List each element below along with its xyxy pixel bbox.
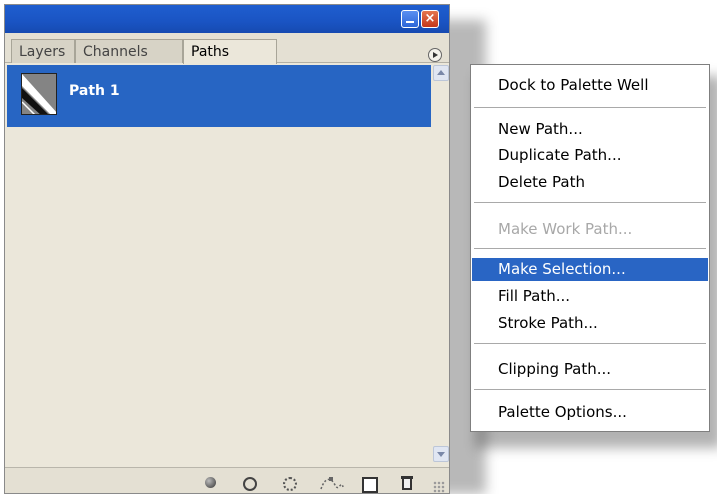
menu-item-new-path[interactable]: New Path... xyxy=(472,118,708,141)
menu-item-make-work-path: Make Work Path... xyxy=(498,220,633,238)
tab-paths[interactable]: Paths xyxy=(183,39,277,64)
new-path-icon[interactable] xyxy=(361,475,378,493)
paths-palette: × Layers Channels Paths Path 1 xyxy=(4,4,450,494)
path-row[interactable]: Path 1 xyxy=(7,65,431,127)
make-work-path-icon[interactable] xyxy=(319,475,345,491)
tab-layers[interactable]: Layers xyxy=(11,39,75,63)
stroke-path-icon[interactable] xyxy=(241,475,257,491)
minimize-button[interactable] xyxy=(401,10,419,28)
tab-channels[interactable]: Channels xyxy=(75,39,183,63)
menu-separator xyxy=(474,107,706,108)
paths-flyout-menu: Dock to Palette Well New Path... Duplica… xyxy=(470,64,710,432)
trash-icon[interactable] xyxy=(399,475,415,491)
fill-path-icon[interactable] xyxy=(203,475,219,491)
palette-menu-button[interactable] xyxy=(428,48,442,62)
close-button[interactable]: × xyxy=(421,10,439,28)
menu-item-dock-to-palette-well[interactable]: Dock to Palette Well xyxy=(472,74,708,97)
path-thumbnail-icon xyxy=(21,73,57,115)
menu-item-duplicate-path[interactable]: Duplicate Path... xyxy=(472,144,708,167)
scroll-down-arrow[interactable] xyxy=(433,446,449,462)
path-name: Path 1 xyxy=(69,83,120,99)
load-selection-icon[interactable] xyxy=(281,475,297,491)
resize-grip-icon[interactable] xyxy=(433,481,445,493)
menu-item-fill-path[interactable]: Fill Path... xyxy=(472,285,708,308)
palette-bottom-bar xyxy=(5,467,449,493)
palette-titlebar[interactable]: × xyxy=(5,5,449,33)
menu-separator xyxy=(474,202,706,203)
tab-strip: Layers Channels Paths xyxy=(5,33,449,64)
menu-item-palette-options[interactable]: Palette Options... xyxy=(472,401,708,424)
menu-item-delete-path[interactable]: Delete Path xyxy=(472,171,708,194)
menu-item-clipping-path[interactable]: Clipping Path... xyxy=(472,358,708,381)
menu-item-stroke-path[interactable]: Stroke Path... xyxy=(472,312,708,335)
menu-item-make-selection[interactable]: Make Selection... xyxy=(472,258,708,281)
menu-separator xyxy=(474,389,706,390)
menu-separator xyxy=(474,248,706,249)
scroll-up-arrow[interactable] xyxy=(433,65,449,81)
menu-separator xyxy=(474,343,706,344)
